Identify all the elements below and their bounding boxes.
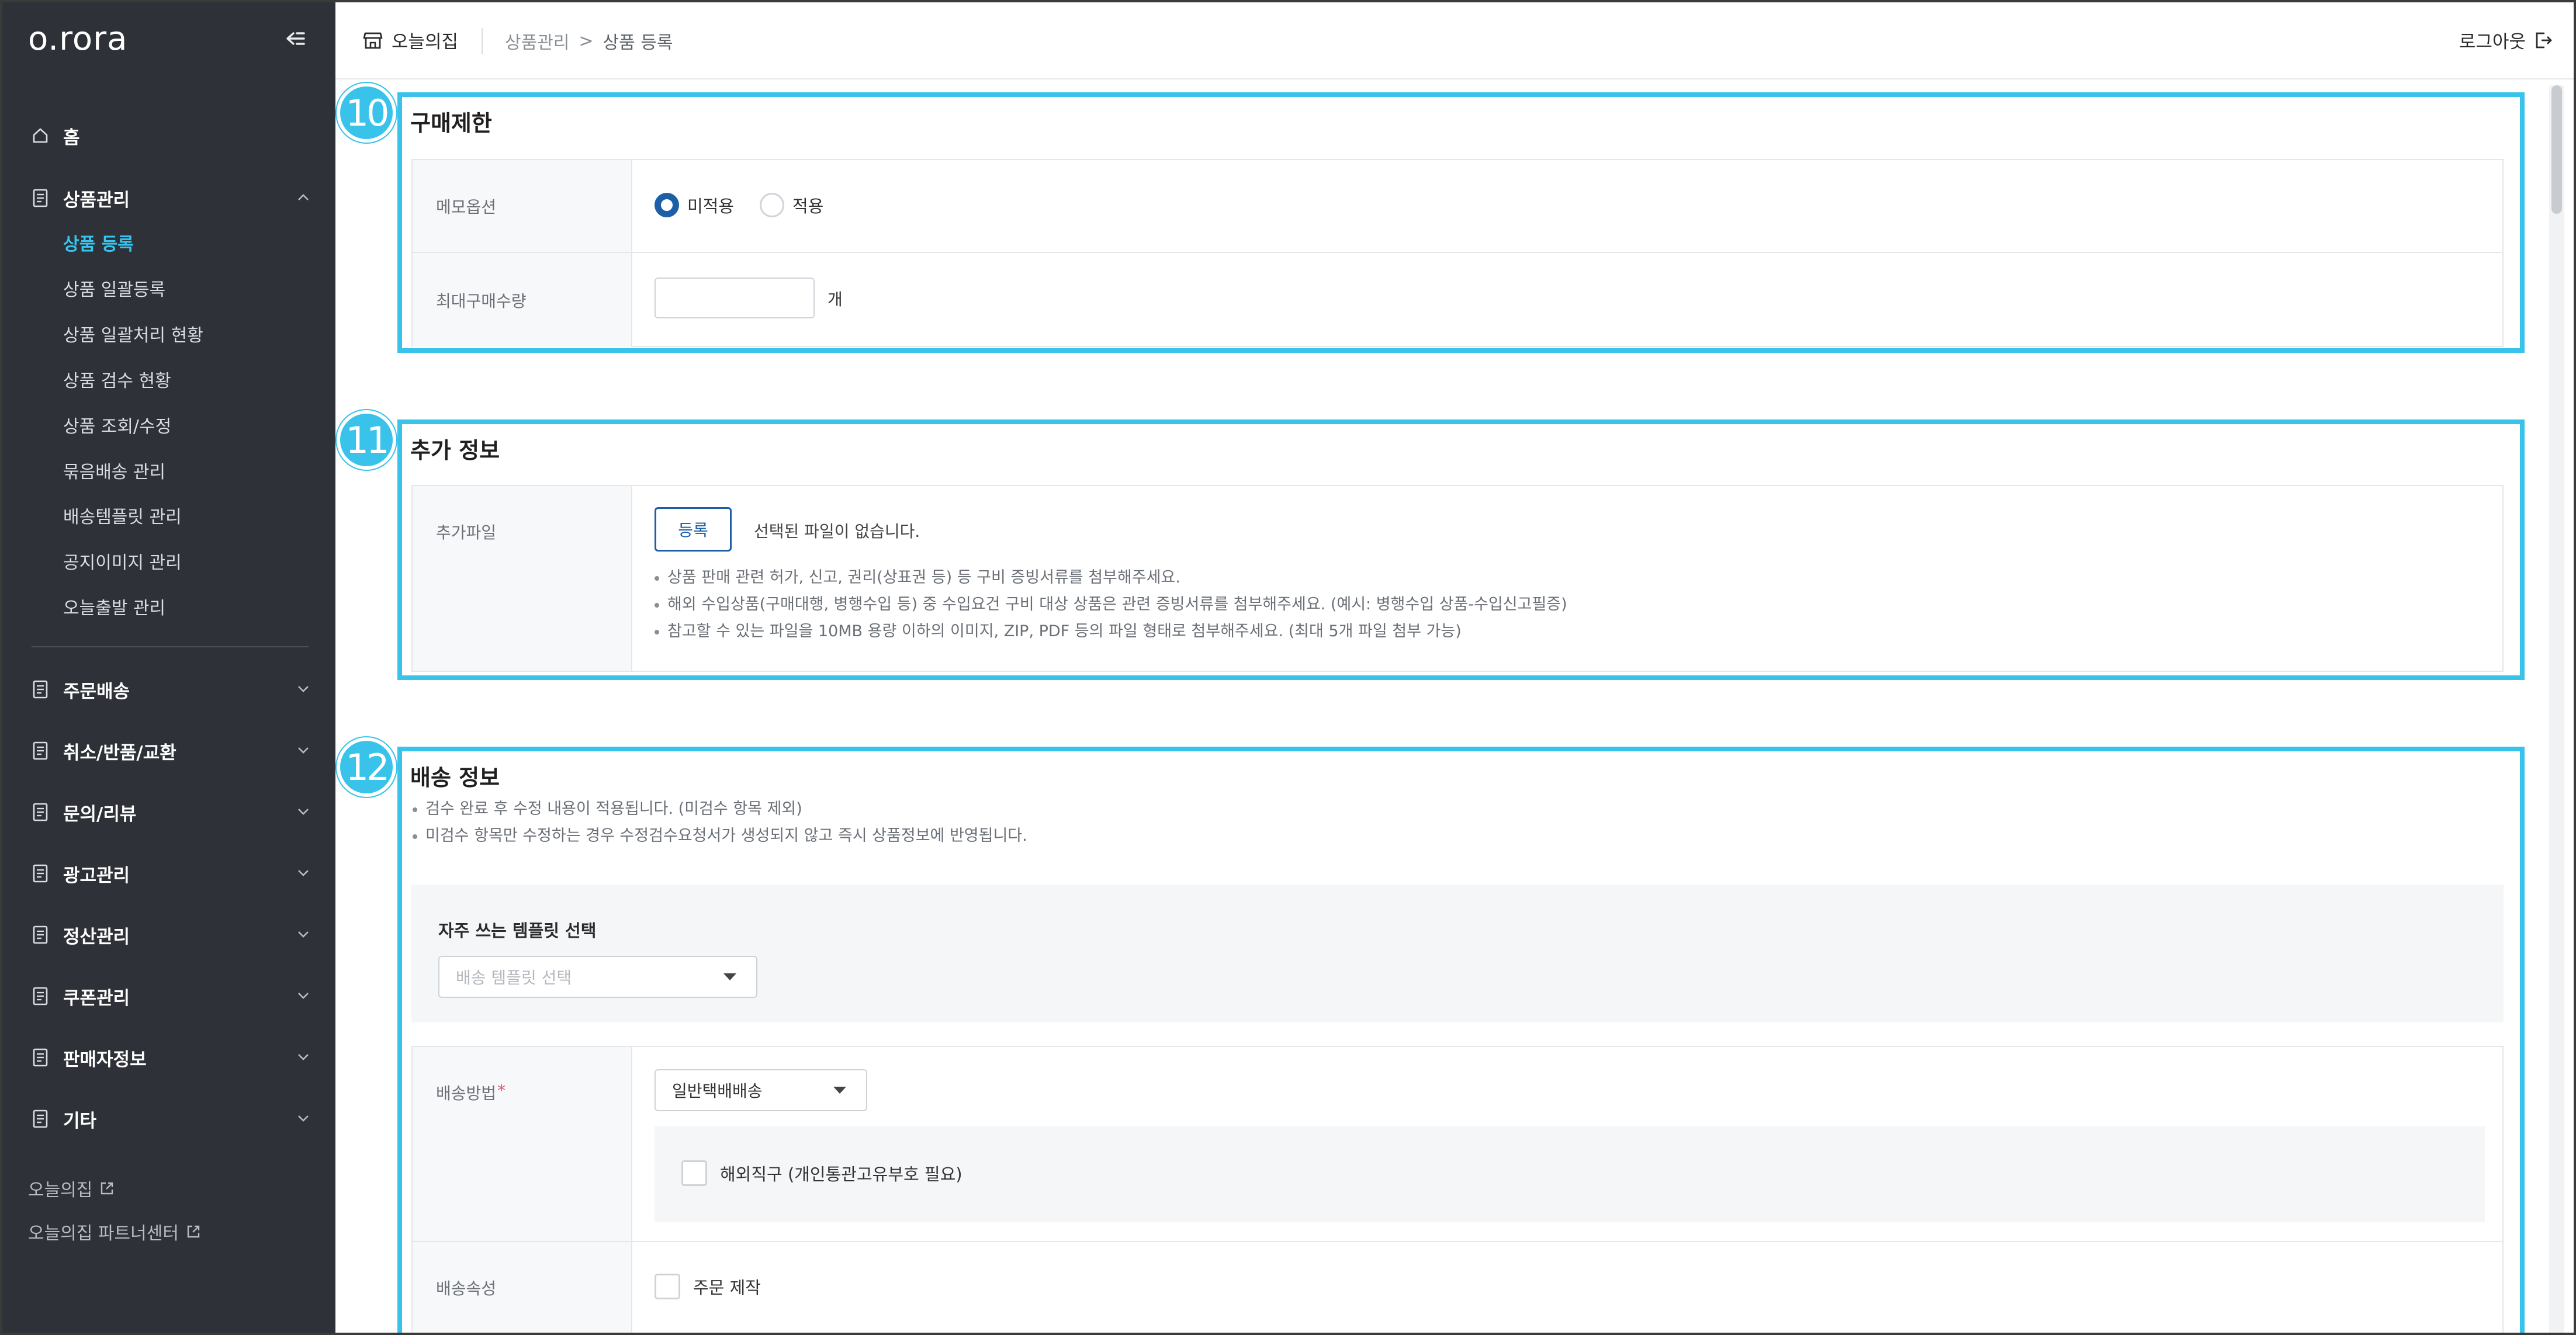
chevron-down-icon [298, 993, 309, 999]
step-badge-11: 11 [337, 410, 396, 470]
scrollbar-thumb[interactable] [2551, 85, 2562, 214]
document-icon [32, 1108, 49, 1129]
breadcrumb-item[interactable]: 상품관리 [505, 28, 569, 54]
sidebar-group-label: 쿠폰관리 [63, 987, 130, 1009]
document-icon [32, 740, 49, 761]
sidebar-group-seller-info[interactable]: 판매자정보 [32, 1040, 312, 1075]
chevron-down-icon [298, 686, 309, 692]
external-link-label: 오늘의집 파트너센터 [28, 1223, 179, 1244]
sidebar-subitem-inspection-status[interactable]: 상품 검수 현황 [63, 367, 171, 396]
chevron-up-icon [298, 194, 309, 200]
header-divider [482, 28, 483, 54]
document-icon [32, 188, 49, 209]
external-link-icon [101, 1182, 113, 1195]
external-link-label: 오늘의집 [28, 1180, 93, 1201]
sidebar-group-products[interactable]: 상품관리 [32, 181, 312, 216]
logout-button[interactable]: 로그아웃 [2459, 27, 2554, 53]
collapse-left-icon [286, 32, 305, 45]
logout-label: 로그아웃 [2459, 32, 2526, 53]
chevron-down-icon [298, 931, 309, 938]
app-window: o.rora 홈 상품관리 상품 등록 상품 일괄등록 상품 일괄처리 현황 상… [0, 0, 2576, 1335]
sidebar-subitem-bulk-status[interactable]: 상품 일괄처리 현황 [63, 321, 203, 351]
step-badge-12: 12 [337, 737, 396, 797]
sidebar-subitem-bundle-shipping[interactable]: 묶음배송 관리 [63, 458, 165, 487]
sidebar-group-returns[interactable]: 취소/반품/교환 [32, 733, 312, 768]
highlight-box-11 [397, 419, 2525, 680]
sidebar-group-label: 상품관리 [63, 189, 130, 211]
sidebar-group-label: 주문배송 [63, 681, 130, 702]
document-icon [32, 1047, 49, 1068]
step-badge-10: 10 [337, 83, 396, 143]
document-icon [32, 863, 49, 884]
sidebar-subitem-product-search[interactable]: 상품 조회/수정 [63, 412, 171, 442]
highlight-box-10 [397, 92, 2525, 353]
sidebar-item-home[interactable]: 홈 [32, 118, 312, 153]
sidebar-subitem-product-register[interactable]: 상품 등록 [63, 230, 134, 259]
chevron-down-icon [298, 1054, 309, 1060]
home-icon [32, 125, 49, 146]
external-link-partner-center[interactable]: 오늘의집 파트너센터 [28, 1219, 202, 1244]
document-icon [32, 679, 49, 700]
chevron-down-icon [298, 870, 309, 876]
sidebar-group-ads[interactable]: 광고관리 [32, 856, 312, 891]
top-header: 오늘의집 상품관리 > 상품 등록 로그아웃 [335, 2, 2574, 79]
sidebar-group-label: 기타 [63, 1110, 97, 1132]
store-selector[interactable]: 오늘의집 [362, 27, 458, 53]
external-link-icon [187, 1225, 200, 1238]
sidebar-group-etc[interactable]: 기타 [32, 1101, 312, 1136]
sidebar-group-label: 문의/리뷰 [63, 803, 137, 825]
sidebar-divider [32, 646, 309, 647]
document-icon [32, 924, 49, 945]
sidebar-group-label: 취소/반품/교환 [63, 742, 176, 764]
sidebar-subitem-shipping-template[interactable]: 배송템플릿 관리 [63, 503, 182, 532]
breadcrumb: 상품관리 > 상품 등록 [505, 28, 673, 54]
sidebar-item-label: 홈 [63, 127, 80, 148]
store-icon [363, 32, 383, 48]
vertical-scrollbar[interactable] [2549, 85, 2564, 1333]
document-icon [32, 802, 49, 823]
sidebar-subitem-bulk-register[interactable]: 상품 일괄등록 [63, 276, 165, 305]
breadcrumb-separator: > [579, 30, 594, 51]
sidebar-group-label: 정산관리 [63, 926, 130, 948]
logout-icon [2536, 32, 2552, 48]
sidebar-group-label: 판매자정보 [63, 1049, 147, 1070]
external-link-ohouse[interactable]: 오늘의집 [28, 1176, 116, 1201]
document-icon [32, 986, 49, 1007]
highlight-box-12 [397, 747, 2525, 1333]
breadcrumb-current: 상품 등록 [603, 33, 673, 53]
sidebar-subitem-notice-image[interactable]: 공지이미지 관리 [63, 549, 182, 578]
sidebar-subitem-today-departure[interactable]: 오늘출발 관리 [63, 594, 165, 623]
chevron-down-icon [298, 747, 309, 754]
sidebar-group-settlement[interactable]: 정산관리 [32, 917, 312, 952]
sidebar-group-inquiries[interactable]: 문의/리뷰 [32, 795, 312, 830]
store-name: 오늘의집 [392, 32, 459, 53]
sidebar-collapse-button[interactable] [283, 26, 309, 51]
sidebar-group-coupons[interactable]: 쿠폰관리 [32, 979, 312, 1014]
main-content: 10 구매제한 메모옵션 미적용 적용 최대구매수량 개 11 추가 정보 추가… [335, 79, 2574, 1333]
logo: o.rora [28, 20, 128, 58]
sidebar-group-orders[interactable]: 주문배송 [32, 672, 312, 707]
sidebar: o.rora 홈 상품관리 상품 등록 상품 일괄등록 상품 일괄처리 현황 상… [2, 2, 335, 1333]
chevron-down-icon [298, 1115, 309, 1122]
chevron-down-icon [298, 809, 309, 815]
sidebar-group-label: 광고관리 [63, 865, 130, 886]
